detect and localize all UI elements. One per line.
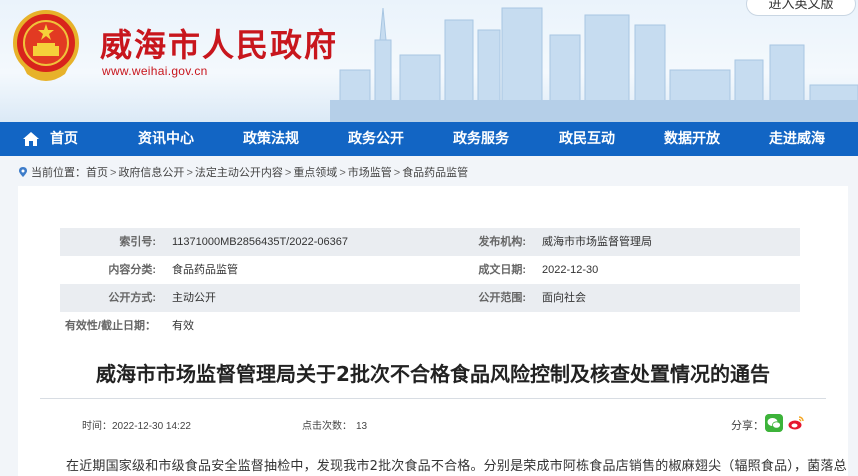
title-divider (40, 398, 826, 399)
disclosure-label: 公开方式: (108, 292, 156, 304)
wechat-icon[interactable] (765, 414, 783, 432)
breadcrumb-home[interactable]: 首页 (86, 167, 108, 179)
metadata-row: 索引号: 11371000MB2856435T/2022-06367 发布机构:… (60, 228, 800, 256)
time-value: 2022-12-30 14:22 (112, 421, 191, 432)
national-emblem-icon (13, 10, 79, 81)
article-body: 在近期国家级和市级食品安全监督抽检中，发现我市2批次食品不合格。分别是荣成市阿栋… (66, 459, 847, 474)
category-label: 内容分类: (108, 264, 156, 276)
clicks-value: 13 (356, 421, 368, 432)
publisher-value: 威海市市场监督管理局 (542, 236, 652, 248)
weibo-icon[interactable] (787, 414, 805, 432)
metadata-row: 有效性/截止日期： 有效 (60, 312, 800, 340)
share-label: 分享： (731, 419, 764, 432)
nav-item-open-data[interactable]: 数据开放 (664, 122, 720, 156)
breadcrumb-key-areas[interactable]: 重点领域 (293, 167, 337, 179)
breadcrumb-prefix: 当前位置： (31, 167, 86, 179)
validity-value: 有效 (172, 320, 194, 332)
metadata-row: 公开方式: 主动公开 公开范围: 面向社会 (60, 284, 800, 312)
site-url: www.weihai.gov.cn (102, 64, 208, 78)
publish-time: 时间：2022-12-30 14:22 (82, 417, 191, 432)
nav-item-about-weihai[interactable]: 走进威海 (769, 122, 825, 156)
breadcrumb-food-drug[interactable]: 食品药品监管 (402, 167, 468, 179)
breadcrumb-separator: > (284, 167, 292, 179)
breadcrumb-separator: > (393, 167, 401, 179)
date-label: 成文日期: (478, 264, 526, 276)
location-pin-icon (19, 167, 27, 177)
city-skyline-illustration (330, 7, 858, 122)
disclosure-value: 主动公开 (172, 292, 216, 304)
time-label: 时间： (82, 421, 112, 432)
nav-item-news[interactable]: 资讯中心 (138, 122, 194, 156)
breadcrumb-market-supervision[interactable]: 市场监管 (348, 167, 392, 179)
nav-item-interaction[interactable]: 政民互动 (559, 122, 615, 156)
scope-value: 面向社会 (542, 292, 586, 304)
main-nav: 首页 资讯中心 政策法规 政务公开 政务服务 政民互动 数据开放 走进威海 (0, 122, 858, 156)
breadcrumb-gov-info[interactable]: 政府信息公开 (118, 167, 184, 179)
site-title: 威海市人民政府 (100, 26, 339, 64)
breadcrumb-separator: > (110, 167, 117, 179)
index-label: 索引号: (119, 236, 156, 248)
article-card: 索引号: 11371000MB2856435T/2022-06367 发布机构:… (18, 186, 848, 476)
breadcrumb: 当前位置：首页 > 政府信息公开 > 法定主动公开内容 > 重点领域 > 市场监管 > 食品药品监管 (18, 164, 468, 180)
home-icon (23, 132, 39, 146)
nav-item-policies[interactable]: 政策法规 (243, 122, 299, 156)
nav-item-home[interactable]: 首页 (22, 122, 78, 156)
breadcrumb-statutory[interactable]: 法定主动公开内容 (195, 167, 283, 179)
scope-label: 公开范围: (478, 292, 526, 304)
category-value: 食品药品监管 (172, 264, 238, 276)
article-title: 威海市市场监督管理局关于2批次不合格食品风险控制及核查处置情况的通告 (96, 362, 770, 386)
click-count: 点击次数： 13 (302, 417, 367, 432)
publisher-label: 发布机构: (478, 236, 526, 248)
validity-label: 有效性/截止日期： (64, 320, 156, 332)
nav-item-gov-services[interactable]: 政务服务 (453, 122, 509, 156)
metadata-row: 内容分类: 食品药品监管 成文日期: 2022-12-30 (60, 256, 800, 284)
site-header: 威海市人民政府 www.weihai.gov.cn 进入英文版 (0, 0, 858, 122)
breadcrumb-separator: > (186, 167, 193, 179)
nav-item-gov-disclosure[interactable]: 政务公开 (348, 122, 404, 156)
breadcrumb-separator: > (339, 167, 346, 179)
english-version-button[interactable]: 进入英文版 (746, 0, 856, 16)
index-value: 11371000MB2856435T/2022-06367 (172, 236, 348, 248)
clicks-label: 点击次数： (302, 421, 352, 432)
nav-label: 首页 (50, 131, 78, 147)
date-value: 2022-12-30 (542, 264, 599, 276)
